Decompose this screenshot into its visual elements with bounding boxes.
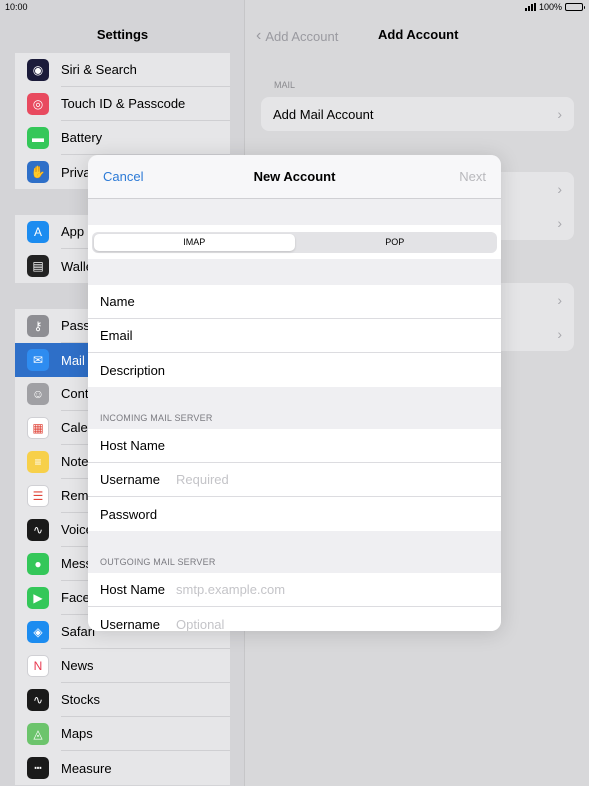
fingerprint-icon: ◎	[27, 93, 49, 115]
mail-section-label: MAIL	[274, 80, 296, 90]
reminders-icon: ☰	[27, 485, 49, 507]
sidebar-item-stocks[interactable]: ∿ Stocks	[15, 683, 230, 717]
back-button[interactable]: ‹ Add Account	[256, 27, 338, 45]
field-label: Name	[100, 294, 135, 309]
battery-icon	[565, 3, 585, 11]
protocol-segmented-wrap: IMAP POP	[88, 225, 501, 259]
next-button[interactable]: Next	[459, 169, 486, 184]
measure-icon: ┅	[27, 757, 49, 779]
protocol-segmented-control: IMAP POP	[92, 231, 497, 253]
signal-icon	[524, 3, 536, 11]
sidebar-item-label: Measure	[61, 760, 112, 776]
facetime-icon: ▶	[27, 587, 49, 609]
wallet-icon: ▤	[27, 255, 49, 277]
sidebar-item-measure[interactable]: ┅ Measure	[15, 751, 230, 785]
incoming-section-label: INCOMING MAIL SERVER	[100, 413, 213, 423]
sidebar-item-news[interactable]: N News	[15, 649, 230, 683]
add-mail-account-row[interactable]: Add Mail Account ›	[261, 97, 574, 131]
field-label: Description	[100, 362, 166, 378]
outgoing-section-label: OUTGOING MAIL SERVER	[100, 557, 216, 567]
sheet-title: New Account	[253, 169, 336, 184]
sidebar-item-maps[interactable]: ◬ Maps	[15, 717, 230, 751]
tab-pop[interactable]: POP	[295, 234, 496, 251]
key-icon: ⚷	[27, 315, 49, 337]
contacts-icon: ☺	[27, 383, 49, 405]
outgoing-server-group: Host Name smtp.example.com Username Opti…	[88, 573, 501, 631]
stocks-icon: ∿	[27, 689, 49, 711]
field-placeholder: smtp.example.com	[176, 582, 286, 597]
field-label: Host Name	[100, 582, 166, 597]
chevron-right-icon: ›	[557, 181, 562, 197]
hand-icon: ✋	[27, 161, 49, 183]
mail-icon: ✉	[27, 349, 49, 371]
battery-percent: 100%	[538, 2, 562, 12]
outgoing-username-field[interactable]: Username Optional	[88, 607, 501, 632]
incoming-server-group: Host Name Username Required Password	[88, 429, 501, 531]
field-placeholder: Required	[176, 472, 229, 487]
new-account-sheet: Cancel New Account Next IMAP POP Name Em…	[88, 155, 501, 631]
incoming-password-field[interactable]: Password	[88, 497, 501, 531]
chevron-right-icon: ›	[557, 326, 562, 342]
voice-memos-icon: ∿	[27, 519, 49, 541]
outgoing-host-name-field[interactable]: Host Name smtp.example.com	[88, 573, 501, 607]
sidebar-item-label: News	[61, 649, 230, 683]
sidebar-item-label: Maps	[61, 717, 230, 751]
app-store-icon: A	[27, 221, 49, 243]
chevron-left-icon: ‹	[256, 27, 262, 44]
status-bar: 10:00 100%	[0, 0, 589, 14]
siri-icon: ◉	[27, 59, 49, 81]
sidebar-item-siri-search[interactable]: ◉ Siri & Search	[15, 53, 230, 87]
battery-icon: ▬	[27, 127, 49, 149]
maps-icon: ◬	[27, 723, 49, 745]
chevron-right-icon: ›	[557, 292, 562, 308]
sidebar-item-label: Touch ID & Passcode	[61, 87, 230, 121]
incoming-username-field[interactable]: Username Required	[88, 463, 501, 497]
status-time: 10:00	[5, 2, 28, 12]
sidebar-item-touch-id-passcode[interactable]: ◎ Touch ID & Passcode	[15, 87, 230, 121]
description-field[interactable]: Description	[88, 353, 501, 387]
add-mail-account-label: Add Mail Account	[273, 106, 374, 122]
incoming-host-name-field[interactable]: Host Name	[88, 429, 501, 463]
tab-imap[interactable]: IMAP	[94, 233, 295, 251]
calendar-icon: ▦	[27, 417, 49, 439]
chevron-right-icon: ›	[557, 215, 562, 231]
chevron-right-icon: ›	[557, 106, 562, 122]
sidebar-item-label: Siri & Search	[61, 53, 230, 87]
field-label: Host Name	[100, 438, 166, 453]
sidebar-item-label: Stocks	[61, 683, 230, 717]
email-field[interactable]: Email	[88, 319, 501, 353]
news-icon: N	[27, 655, 49, 677]
account-info-group: Name Email Description	[88, 285, 501, 387]
sidebar-item-label: Battery	[61, 121, 230, 155]
messages-icon: ●	[27, 553, 49, 575]
sidebar-item-battery[interactable]: ▬ Battery	[15, 121, 230, 155]
status-right: 100%	[524, 2, 585, 12]
field-label: Password	[100, 506, 158, 522]
field-placeholder: Optional	[176, 616, 225, 632]
field-label: Username	[100, 472, 160, 487]
field-label: Username	[100, 616, 160, 632]
field-label: Email	[100, 328, 133, 343]
notes-icon: ≡	[27, 451, 49, 473]
safari-icon: ◈	[27, 621, 49, 643]
page-title: Add Account	[378, 27, 459, 42]
sheet-navbar: Cancel New Account Next	[88, 155, 501, 199]
back-label: Add Account	[265, 28, 339, 44]
name-field[interactable]: Name	[88, 285, 501, 319]
sidebar-title: Settings	[96, 27, 149, 42]
